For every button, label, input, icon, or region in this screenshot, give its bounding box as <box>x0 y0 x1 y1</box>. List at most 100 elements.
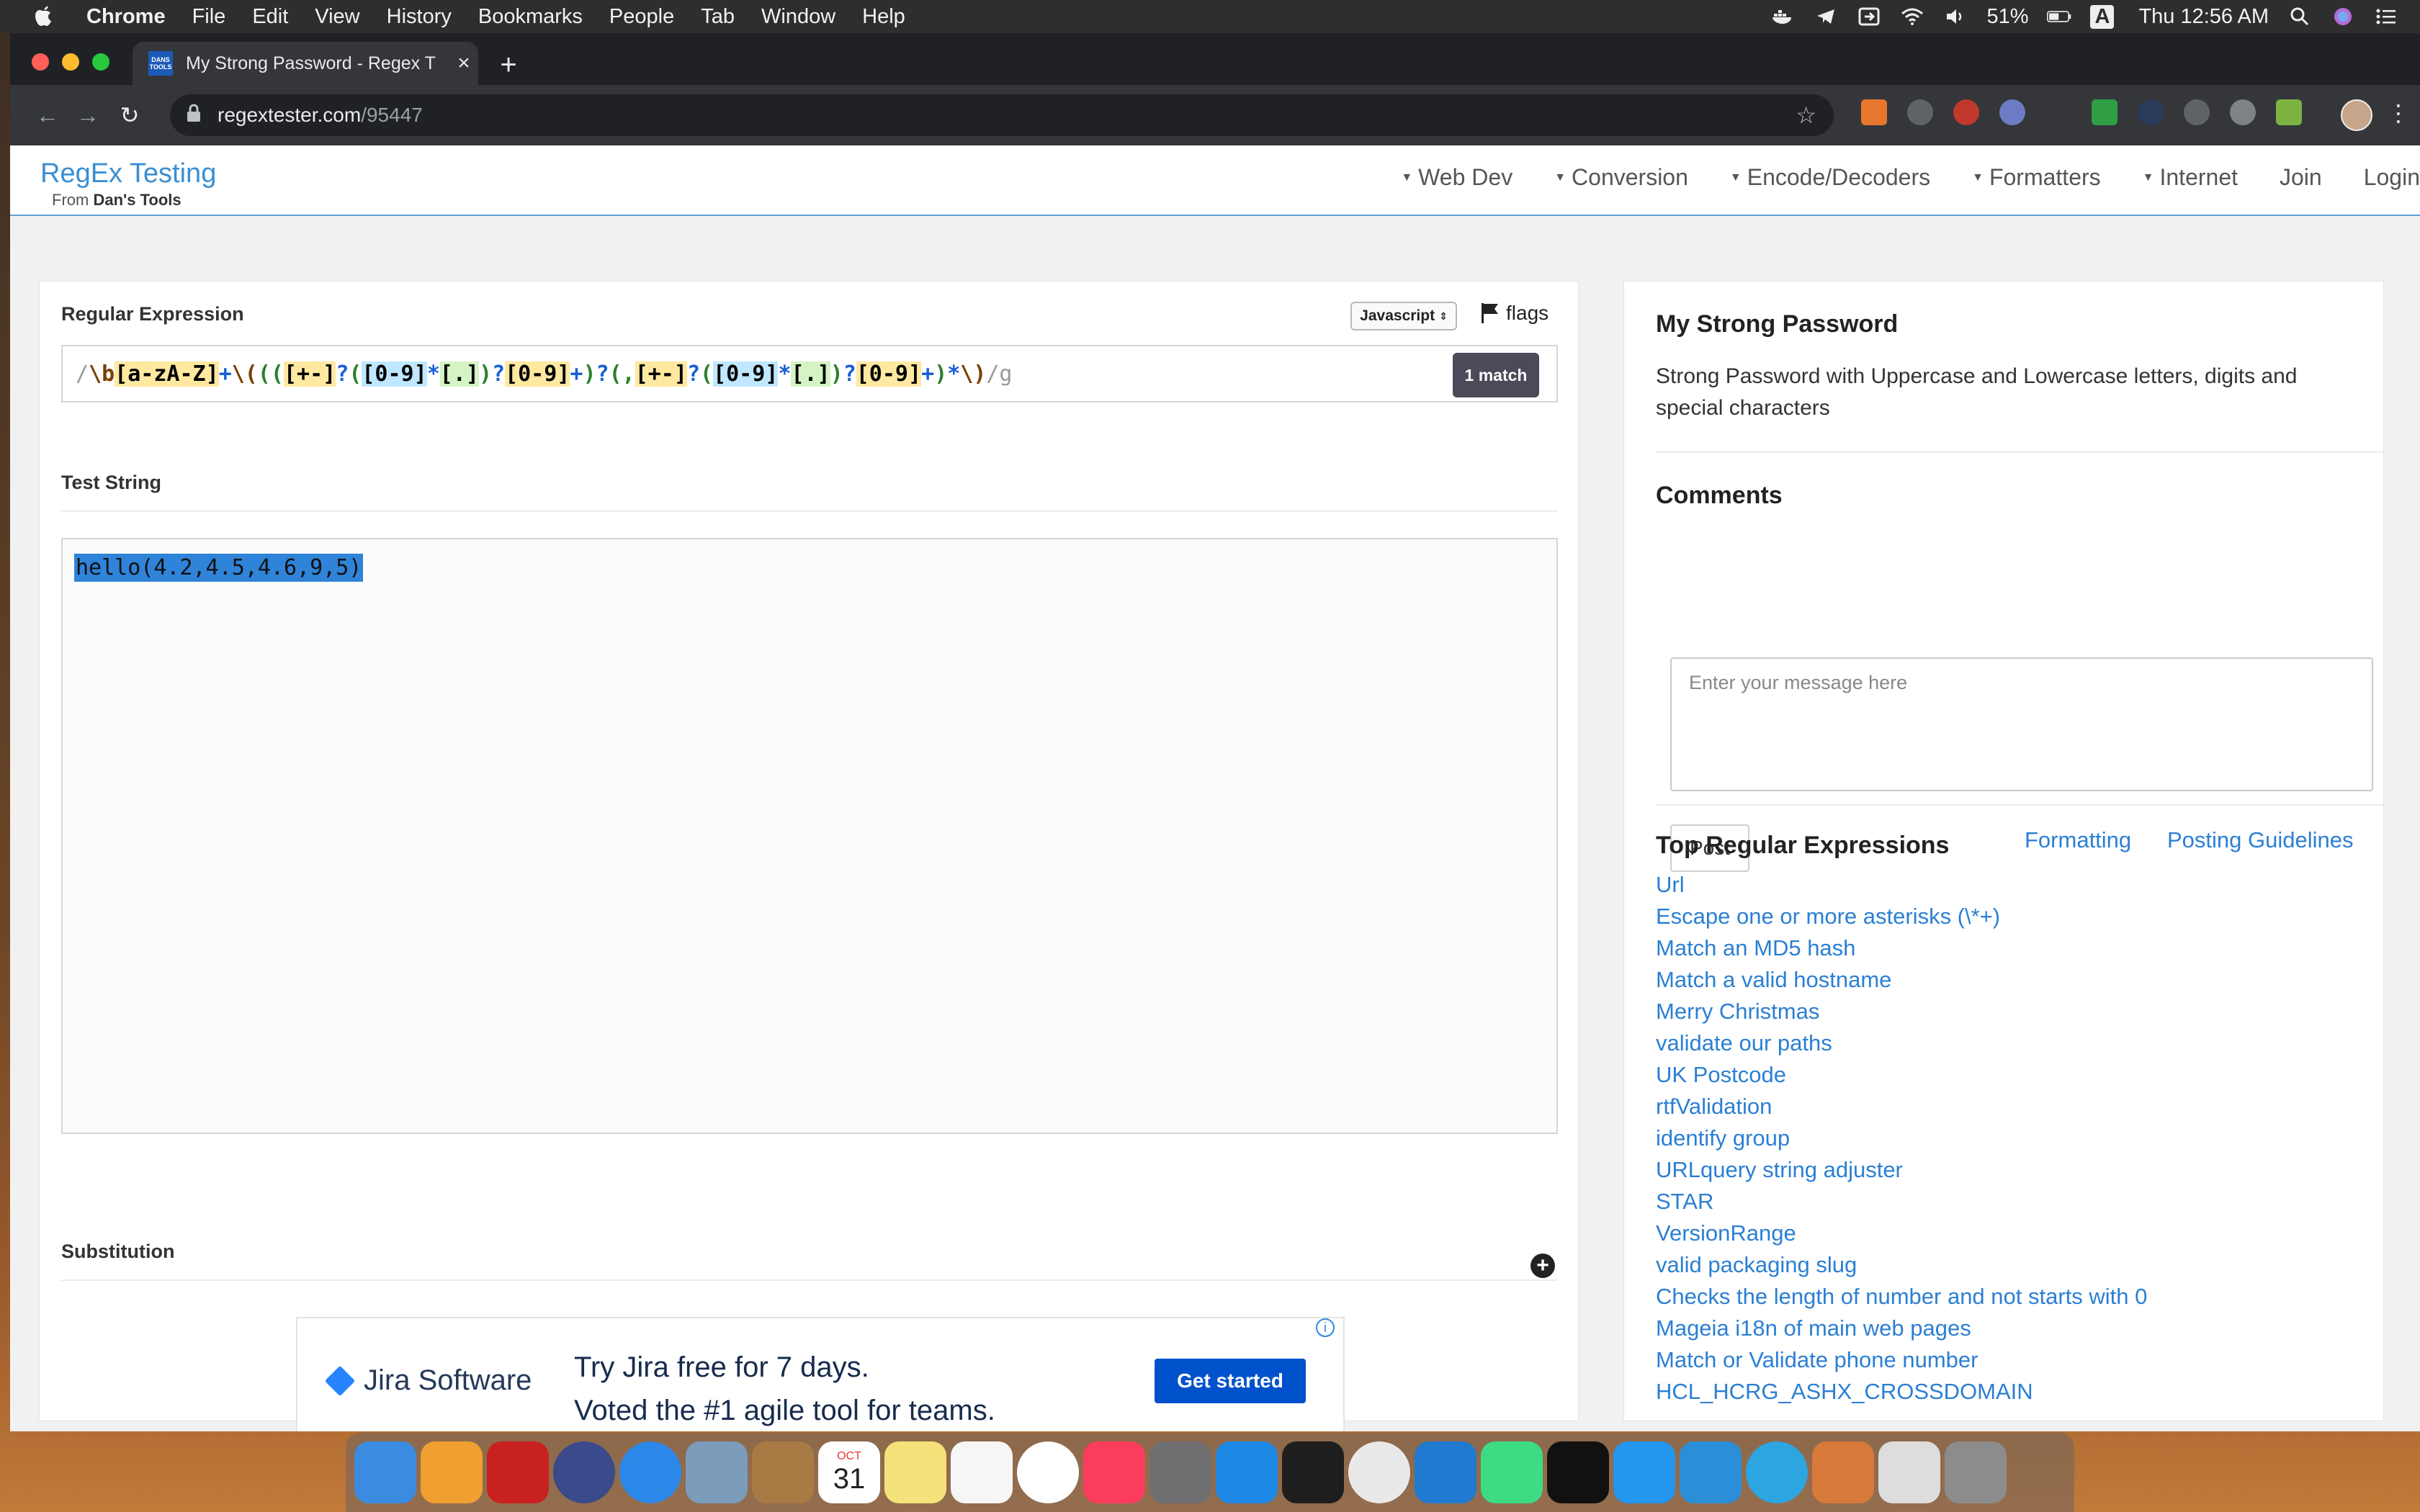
menu-view[interactable]: View <box>315 5 359 29</box>
ad-get-started-button[interactable]: Get started <box>1155 1359 1306 1403</box>
forward-button[interactable]: → <box>72 99 104 131</box>
menu-clock[interactable]: Thu 12:56 AM <box>2138 5 2269 29</box>
safari-icon[interactable] <box>619 1441 681 1503</box>
top-expression-link[interactable]: Match a valid hostname <box>1656 964 2147 996</box>
zoom-window-button[interactable] <box>92 53 109 71</box>
comment-textarea[interactable]: Enter your message here <box>1670 657 2373 791</box>
contacts-icon[interactable] <box>752 1441 814 1503</box>
lock-icon[interactable] <box>186 103 207 128</box>
menu-file[interactable]: File <box>192 5 226 29</box>
bookmark-star-icon[interactable]: ☆ <box>1796 102 1816 129</box>
calculator-icon[interactable] <box>1812 1441 1874 1503</box>
menu-app-name[interactable]: Chrome <box>86 5 166 29</box>
profile-avatar[interactable] <box>2341 99 2372 131</box>
new-tab-button[interactable]: + <box>493 49 524 81</box>
docker-tray-icon[interactable] <box>1770 6 1795 27</box>
screen-share-tray-icon[interactable] <box>1857 6 1881 27</box>
cors-extension-icon[interactable] <box>2092 99 2118 125</box>
menu-help[interactable]: Help <box>862 5 905 29</box>
apple-menu-icon[interactable] <box>29 2 58 31</box>
top-expression-link[interactable]: Mageia i18n of main web pages <box>1656 1313 2147 1344</box>
extension-icon-4[interactable] <box>1999 99 2025 125</box>
flags-button[interactable]: flags <box>1480 302 1549 325</box>
extension-icon-5[interactable] <box>2045 99 2071 125</box>
match-count-button[interactable]: 1 match <box>1453 353 1539 397</box>
brand-title[interactable]: RegEx Testing <box>40 158 216 189</box>
nav-internet[interactable]: ▼ Internet <box>2143 164 2238 191</box>
top-expression-link[interactable]: valid packaging slug <box>1656 1249 2147 1281</box>
top-expression-link[interactable]: Merry Christmas <box>1656 996 2147 1027</box>
input-source-indicator[interactable]: A <box>2090 4 2115 29</box>
nav-join[interactable]: Join <box>2280 164 2322 191</box>
finder-icon[interactable] <box>354 1441 416 1503</box>
reminders-icon[interactable] <box>951 1441 1013 1503</box>
telegram-tray-icon[interactable] <box>1814 6 1838 27</box>
regex-expression-display[interactable]: /\b[a-zA-Z]+\((([+-]?([0-9]*[.])?[0-9]+)… <box>76 361 1013 387</box>
site-brand[interactable]: RegEx Testing From Dan's Tools <box>40 158 216 210</box>
chrome-menu-icon[interactable]: ⋮ <box>2387 99 2410 127</box>
share-app-icon[interactable] <box>1680 1441 1742 1503</box>
top-expression-link[interactable]: Escape one or more asterisks (\*+) <box>1656 901 2147 932</box>
top-expression-link[interactable]: Match an MD5 hash <box>1656 932 2147 964</box>
top-expression-link[interactable]: rtfValidation <box>1656 1091 2147 1122</box>
terminal-icon[interactable] <box>1282 1441 1344 1503</box>
top-expression-link[interactable]: Checks the length of number and not star… <box>1656 1281 2147 1313</box>
nav-web-dev[interactable]: ▼ Web Dev <box>1401 164 1512 191</box>
close-window-button[interactable] <box>32 53 49 71</box>
extension-icon-10[interactable] <box>2276 99 2302 125</box>
nav-conversion[interactable]: ▼ Conversion <box>1554 164 1688 191</box>
photos-icon[interactable] <box>1017 1441 1079 1503</box>
nav-encode-decoders[interactable]: ▼ Encode/Decoders <box>1730 164 1930 191</box>
preview-icon[interactable] <box>686 1441 748 1503</box>
chrome-dock-icon[interactable] <box>1348 1441 1410 1503</box>
notification-center-icon[interactable] <box>2374 6 2398 27</box>
siri-icon[interactable] <box>2331 6 2355 27</box>
formatting-link[interactable]: Formatting <box>2025 827 2131 853</box>
regex-flavor-select[interactable]: Javascript ⇕ <box>1350 302 1457 330</box>
extension-icon-1[interactable] <box>1861 99 1887 125</box>
top-expression-link[interactable]: URLquery string adjuster <box>1656 1154 2147 1186</box>
vscode-icon[interactable] <box>1415 1441 1476 1503</box>
top-expression-link[interactable]: Url <box>1656 869 2147 901</box>
extension-icon-9[interactable] <box>2230 99 2256 125</box>
calendar-icon[interactable]: OCT 31 <box>818 1441 880 1503</box>
menu-edit[interactable]: Edit <box>252 5 288 29</box>
back-button[interactable]: ← <box>32 99 63 131</box>
nav-login[interactable]: Login <box>2364 164 2420 191</box>
android-studio-icon[interactable] <box>1481 1441 1543 1503</box>
tab-close-icon[interactable]: × <box>449 51 478 76</box>
top-expression-link[interactable]: validate our paths <box>1656 1027 2147 1059</box>
address-bar[interactable]: regextester.com/95447 ☆ <box>170 94 1834 136</box>
menu-tab[interactable]: Tab <box>701 5 735 29</box>
notes-icon[interactable] <box>884 1441 946 1503</box>
music-icon[interactable] <box>1083 1441 1145 1503</box>
react-devtools-icon[interactable] <box>1907 99 1933 125</box>
extension-icon-3[interactable] <box>1953 99 1979 125</box>
top-expression-link[interactable]: identify group <box>1656 1122 2147 1154</box>
docker-dock-icon[interactable] <box>1613 1441 1675 1503</box>
app-store-icon[interactable] <box>1216 1441 1278 1503</box>
top-expression-link[interactable]: Match or Validate phone number <box>1656 1344 2147 1376</box>
menu-people[interactable]: People <box>609 5 674 29</box>
telegram-dock-icon[interactable] <box>1746 1441 1808 1503</box>
top-expression-link[interactable]: HCL_HCRG_ASHX_CROSSDOMAIN <box>1656 1376 2147 1408</box>
trash-icon[interactable] <box>1945 1441 2007 1503</box>
system-preferences-icon[interactable] <box>1150 1441 1211 1503</box>
downloads-folder-icon[interactable] <box>1878 1441 1940 1503</box>
menu-window[interactable]: Window <box>761 5 835 29</box>
intellij-icon[interactable] <box>1547 1441 1609 1503</box>
top-expression-link[interactable]: STAR <box>1656 1186 2147 1218</box>
siri-dock-icon[interactable] <box>553 1441 615 1503</box>
add-substitution-plus-icon[interactable]: + <box>1531 1254 1555 1278</box>
regex-input[interactable]: /\b[a-zA-Z]+\((([+-]?([0-9]*[.])?[0-9]+)… <box>61 345 1558 402</box>
menu-bookmarks[interactable]: Bookmarks <box>478 5 583 29</box>
reload-button[interactable]: ↻ <box>114 99 145 131</box>
extension-icon-7[interactable] <box>2138 99 2164 125</box>
top-expression-link[interactable]: UK Postcode <box>1656 1059 2147 1091</box>
spotlight-search-icon[interactable] <box>2287 6 2312 27</box>
books-icon[interactable] <box>421 1441 483 1503</box>
acrobat-icon[interactable] <box>487 1441 549 1503</box>
volume-icon[interactable] <box>1943 6 1968 27</box>
ad-info-icon[interactable]: i <box>1316 1318 1335 1337</box>
nav-formatters[interactable]: ▼ Formatters <box>1972 164 2101 191</box>
